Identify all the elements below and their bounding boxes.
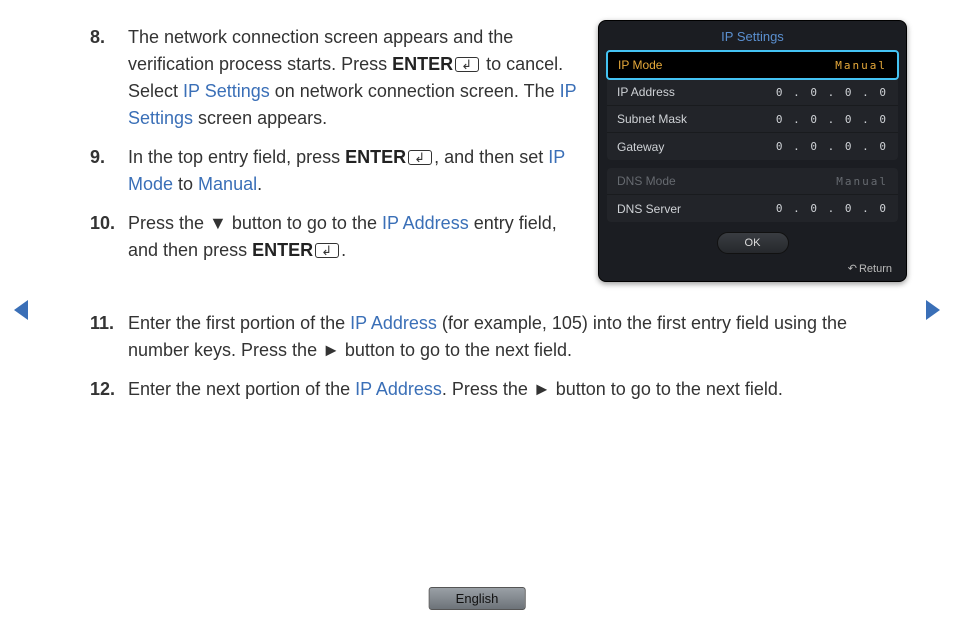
enter-icon <box>315 243 339 258</box>
return-button[interactable]: Return <box>599 254 906 275</box>
row-dns-server[interactable]: DNS Server 0 . 0 . 0 . 0 <box>607 195 898 222</box>
keyword-manual: Manual <box>198 174 257 194</box>
dialog-title: IP Settings <box>599 21 906 50</box>
step-number: 9. <box>90 144 128 198</box>
keyword-ip-settings: IP Settings <box>183 81 270 101</box>
step-text: Enter the first portion of the IP Addres… <box>128 310 890 364</box>
enter-label: ENTER <box>392 54 453 74</box>
row-label: Gateway <box>617 140 664 154</box>
row-value: 0 . 0 . 0 . 0 <box>776 140 888 153</box>
next-page-arrow[interactable] <box>926 300 940 320</box>
step-text: Enter the next portion of the IP Address… <box>128 376 890 403</box>
row-subnet-mask[interactable]: Subnet Mask 0 . 0 . 0 . 0 <box>607 106 898 133</box>
row-label: IP Mode <box>618 58 662 72</box>
step-number: 11. <box>90 310 128 364</box>
row-value: Manual <box>836 175 888 188</box>
keyword-ip-address: IP Address <box>382 213 469 233</box>
step-number: 12. <box>90 376 128 403</box>
row-label: Subnet Mask <box>617 112 687 126</box>
row-label: DNS Server <box>617 202 681 216</box>
row-value: 0 . 0 . 0 . 0 <box>776 113 888 126</box>
language-badge[interactable]: English <box>429 587 526 610</box>
row-gateway[interactable]: Gateway 0 . 0 . 0 . 0 <box>607 133 898 160</box>
step-text: In the top entry field, press ENTER, and… <box>128 144 580 198</box>
prev-page-arrow[interactable] <box>14 300 28 320</box>
row-value: 0 . 0 . 0 . 0 <box>776 86 888 99</box>
enter-icon <box>455 57 479 72</box>
row-value: Manual <box>835 59 887 72</box>
row-value: 0 . 0 . 0 . 0 <box>776 202 888 215</box>
row-ip-address[interactable]: IP Address 0 . 0 . 0 . 0 <box>607 79 898 106</box>
step-number: 8. <box>90 24 128 132</box>
keyword-ip-address: IP Address <box>355 379 442 399</box>
row-label: IP Address <box>617 85 675 99</box>
enter-label: ENTER <box>345 147 406 167</box>
row-label: DNS Mode <box>617 174 676 188</box>
step-text: Press the ▼ button to go to the IP Addre… <box>128 210 580 264</box>
ip-settings-dialog: IP Settings IP Mode Manual IP Address 0 … <box>598 20 907 282</box>
step-number: 10. <box>90 210 128 264</box>
step-text: The network connection screen appears an… <box>128 24 580 132</box>
ok-button[interactable]: OK <box>717 232 789 254</box>
enter-label: ENTER <box>252 240 313 260</box>
row-ip-mode[interactable]: IP Mode Manual <box>606 50 899 80</box>
keyword-ip-address: IP Address <box>350 313 437 333</box>
enter-icon <box>408 150 432 165</box>
row-dns-mode: DNS Mode Manual <box>607 168 898 195</box>
